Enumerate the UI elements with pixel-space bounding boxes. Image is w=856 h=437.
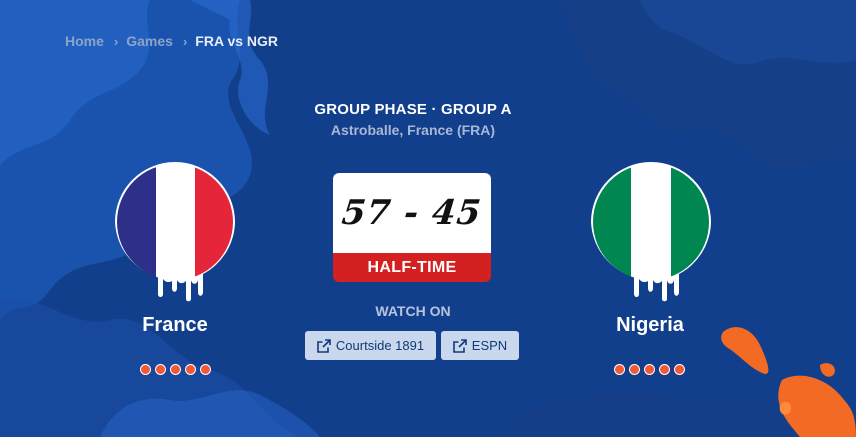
score-panel: 57 - 45 — [333, 173, 491, 253]
france-flag-icon — [113, 160, 237, 302]
breadcrumb-home-link[interactable]: Home — [65, 33, 104, 49]
form-dot — [659, 364, 670, 375]
provider-label: Courtside 1891 — [335, 338, 425, 353]
chevron-right-icon: › — [182, 33, 188, 49]
match-phase: GROUP PHASE · GROUP A — [314, 101, 512, 118]
form-dot — [185, 364, 196, 375]
form-dot — [140, 364, 151, 375]
form-dot — [614, 364, 625, 375]
breadcrumb-current: FRA vs NGR — [195, 33, 279, 49]
match-venue: Astroballe, France (FRA) — [330, 122, 496, 138]
chevron-right-icon: › — [113, 33, 119, 49]
form-dot — [170, 364, 181, 375]
away-team-form — [614, 364, 685, 375]
match-status: HALF-TIME — [333, 253, 491, 282]
score: 57 - 45 — [340, 193, 484, 233]
watch-espn-button[interactable]: ESPN — [441, 331, 519, 360]
watch-courtside-button[interactable]: Courtside 1891 — [305, 331, 436, 360]
external-link-icon — [317, 338, 331, 353]
home-team-form — [140, 364, 211, 375]
breadcrumb-games-link[interactable]: Games — [126, 33, 173, 49]
form-dot — [200, 364, 211, 375]
form-dot — [155, 364, 166, 375]
provider-label: ESPN — [471, 338, 508, 353]
breadcrumb: Home › Games › FRA vs NGR — [65, 33, 278, 49]
game-page: Home › Games › FRA vs NGR GROUP PHASE · … — [0, 0, 856, 437]
scoreboard: 57 - 45 HALF-TIME — [333, 173, 491, 282]
external-link-icon — [452, 338, 467, 353]
nigeria-flag-icon — [589, 160, 713, 302]
form-dot — [629, 364, 640, 375]
form-dot — [674, 364, 685, 375]
watch-on-label: WATCH ON — [375, 303, 451, 319]
form-dot — [644, 364, 655, 375]
